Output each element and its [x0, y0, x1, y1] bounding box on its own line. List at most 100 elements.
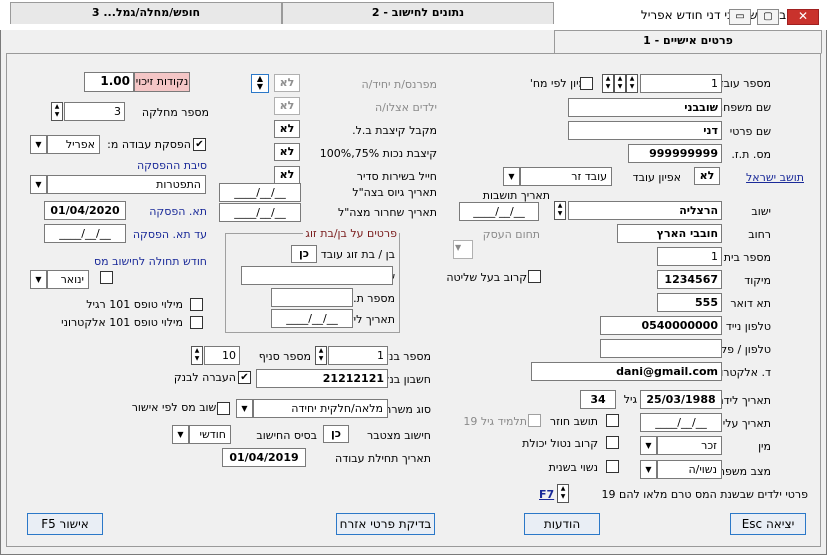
second-marriage-checkbox[interactable] [606, 460, 619, 473]
nii-allowance-value[interactable]: לא [274, 120, 300, 138]
sort-dept-label: מיון לפי מח' [529, 77, 586, 90]
close-button[interactable]: ✕ [787, 9, 819, 25]
disabled-relative-checkbox[interactable] [606, 436, 619, 449]
release-date-input[interactable]: __/__/____ [219, 203, 301, 222]
messages-button[interactable]: הודעות [524, 513, 600, 535]
job-type-dropdown-icon[interactable]: ▼ [236, 399, 253, 418]
spouse-name-input[interactable] [241, 266, 393, 285]
check-citizen-button[interactable]: בדיקת פרטי אזרח [336, 513, 435, 535]
spouse-id-input[interactable] [271, 288, 353, 307]
employee-no-input[interactable]: 1 [640, 74, 722, 93]
account-label: חשבון בנק [381, 373, 431, 386]
bank-no-label: מספר בנק [381, 350, 431, 363]
tab-personal[interactable]: פרטים אישיים - 1 [554, 30, 822, 54]
branch-no-spin[interactable]: ▲ ▼ [191, 346, 203, 365]
job-type-select[interactable]: מלאה/חלקית יחידה [253, 399, 388, 418]
aliya-date-input[interactable]: __/__/____ [640, 413, 722, 432]
draft-date-input[interactable]: __/__/____ [219, 183, 301, 202]
branch-no-input[interactable]: 10 [204, 346, 240, 365]
children-spin[interactable]: ▲ ▼ [557, 484, 569, 503]
children-f7-link[interactable]: F7 [539, 488, 554, 501]
returning-resident-checkbox[interactable] [606, 414, 619, 427]
draft-date-label: תאריך גיוס בצה"ל [352, 186, 437, 199]
calc-basis-select[interactable]: חודשי [189, 425, 231, 444]
po-box-input[interactable]: 555 [657, 293, 722, 312]
city-spin[interactable]: ▲ ▼ [554, 201, 566, 220]
bank-transfer-checkbox[interactable]: ✔ [238, 371, 251, 384]
dept-no-spin[interactable]: ▲ ▼ [51, 102, 63, 121]
calc-basis-label: בסיס החישוב [256, 429, 317, 442]
returning-resident-label: תושב חוזר [549, 415, 598, 428]
tax-start-month-select[interactable]: ינואר [47, 270, 89, 289]
bank-no-spin[interactable]: ▲ ▼ [315, 346, 327, 365]
children-with-value[interactable]: לא [274, 97, 300, 115]
stop-month-dropdown-icon[interactable]: ▼ [30, 135, 47, 154]
stop-date-input[interactable]: 01/04/2020 [44, 201, 126, 220]
dept-no-input[interactable]: 3 [64, 102, 125, 121]
account-input[interactable]: 21212121 [256, 369, 388, 388]
zip-input[interactable]: 1234567 [657, 270, 722, 289]
stop-reason-dropdown-icon[interactable]: ▼ [30, 175, 47, 194]
spouse-works-value[interactable]: כן [291, 245, 317, 263]
employee-type-select[interactable]: עובד זר [520, 167, 612, 186]
age-input: 34 [580, 390, 616, 409]
tab-vacation[interactable]: חופש/מחלה/גמל... 3 [10, 2, 282, 24]
calc-basis-dropdown-icon[interactable]: ▼ [172, 425, 189, 444]
birth-date-input[interactable]: 25/03/1988 [640, 390, 722, 409]
single-parent-value[interactable]: לא [274, 74, 300, 92]
tax-approval-checkbox[interactable] [217, 402, 230, 415]
soldier-value[interactable]: לא [274, 166, 300, 184]
employee-type-dropdown-icon[interactable]: ▼ [503, 167, 520, 186]
controlling-relative-label: קרוב בעל שליטה [446, 271, 527, 284]
marital-status-select[interactable]: נשוי/ה [657, 460, 722, 479]
start-date-input[interactable]: 01/04/2019 [222, 448, 306, 467]
until-stop-date-input[interactable]: __/__/____ [44, 224, 126, 243]
bank-no-input[interactable]: 1 [328, 346, 388, 365]
spouse-birth-input[interactable]: __/__/____ [271, 309, 353, 328]
city-input[interactable]: הרצליה [568, 201, 722, 220]
controlling-relative-checkbox[interactable] [528, 270, 541, 283]
stop-month-select[interactable]: אפריל [47, 135, 100, 154]
employee-nav-spin[interactable]: ▲ ▼ [614, 74, 626, 93]
residence-date-input[interactable]: __/__/____ [459, 202, 539, 221]
restore-button[interactable]: ▢ [757, 9, 779, 25]
sort-dept-checkbox[interactable] [580, 77, 593, 90]
disability-value[interactable]: לא [274, 143, 300, 161]
last-name-input[interactable]: שובבני [568, 98, 722, 117]
exit-button[interactable]: יציאה Esc [730, 513, 806, 535]
israeli-resident-value[interactable]: לא [694, 167, 720, 185]
stop-reason-select[interactable]: התפטרות [47, 175, 206, 194]
gender-select[interactable]: זכר [657, 436, 722, 455]
spouse-group-title: פרטים על בן/בת זוג [303, 227, 399, 240]
mobile-input[interactable]: 0540000000 [600, 316, 722, 335]
employee-type-label: אפיון עובד [632, 171, 681, 184]
street-input[interactable]: חובבי הארץ [617, 224, 722, 243]
house-no-input[interactable]: 1 [657, 247, 722, 266]
form101-electronic-checkbox[interactable] [190, 316, 203, 329]
second-marriage-label: נשוי בשנית [548, 461, 598, 474]
tax-start-month-checkbox[interactable] [100, 271, 113, 284]
confirm-button[interactable]: אישור F5 [27, 513, 103, 535]
tax-start-month-dropdown-icon[interactable]: ▼ [30, 270, 47, 289]
zip-label: מיקוד [744, 274, 771, 287]
form101-regular-checkbox[interactable] [190, 298, 203, 311]
student-checkbox[interactable] [528, 414, 541, 427]
email-input[interactable]: dani@gmail.com [531, 362, 722, 381]
employee-no-spin[interactable]: ▲ ▼ [626, 74, 638, 93]
marital-status-dropdown-icon[interactable]: ▼ [640, 460, 657, 479]
student-label: תלמיד גיל 19 [463, 415, 527, 428]
israeli-resident-link[interactable]: תושב ישראל [746, 171, 804, 184]
employee-nav-spin2[interactable]: ▲ ▼ [602, 74, 614, 93]
employee-no-label: מספר עובד [717, 77, 771, 90]
tab-calc-data[interactable]: נתונים לחישוב - 2 [282, 2, 554, 24]
house-no-label: מספר בית [723, 251, 771, 264]
single-parent-spin[interactable]: ▲ ▼ [251, 74, 269, 93]
cumulative-value[interactable]: כן [323, 425, 349, 443]
phone-input[interactable] [600, 339, 722, 358]
stop-work-checkbox[interactable]: ✔ [193, 138, 206, 151]
business-field-label: תחום העסק [482, 228, 540, 241]
minimize-button[interactable]: ▭ [729, 9, 751, 25]
id-input[interactable]: 999999999 [628, 144, 722, 163]
gender-dropdown-icon[interactable]: ▼ [640, 436, 657, 455]
first-name-input[interactable]: דני [568, 121, 722, 140]
